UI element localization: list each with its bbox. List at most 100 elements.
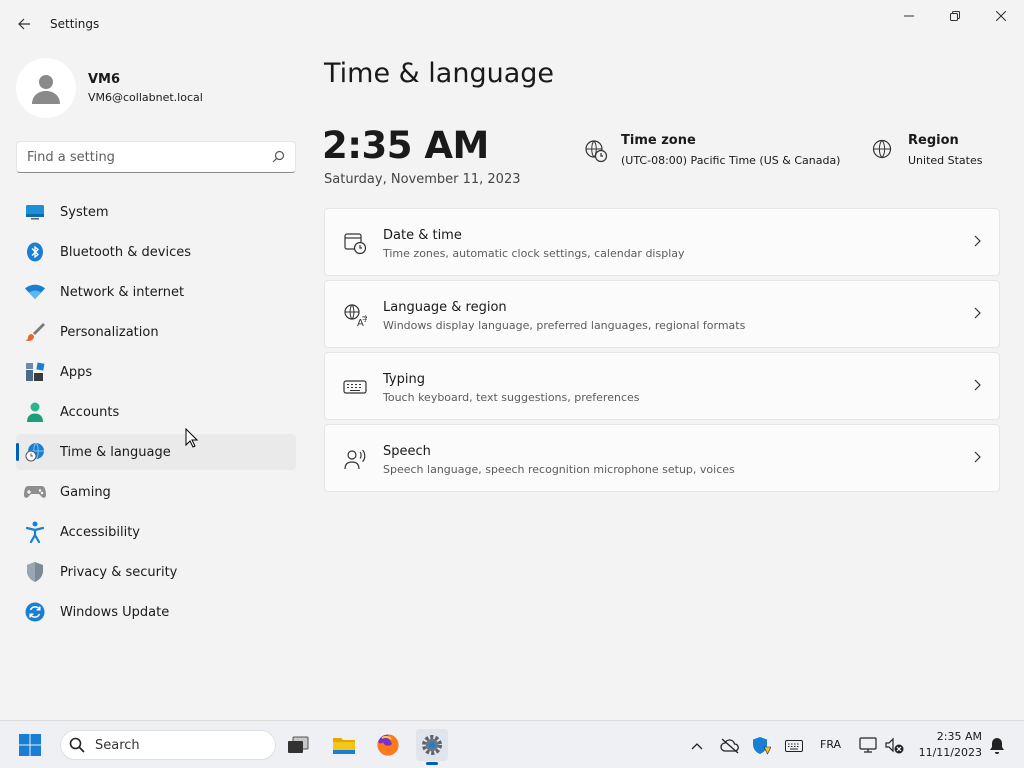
- cloud-offline-icon: [720, 738, 739, 754]
- sidebar-item-label: Gaming: [60, 484, 111, 500]
- timezone-value: (UTC-08:00) Pacific Time (US & Canada): [621, 154, 841, 167]
- sidebar-item-label: Privacy & security: [60, 564, 178, 580]
- taskbar-task-view[interactable]: [282, 729, 314, 761]
- taskbar-search-label: Search: [95, 737, 140, 753]
- maximize-button[interactable]: [932, 0, 978, 32]
- timezone-info[interactable]: Time zone (UTC-08:00) Pacific Time (US &…: [584, 133, 840, 167]
- taskbar-search[interactable]: Search: [60, 730, 276, 760]
- avatar: [16, 58, 76, 118]
- card-title: Language & region: [383, 300, 507, 315]
- sidebar-item-bluetooth[interactable]: Bluetooth & devices: [16, 234, 296, 270]
- gear-icon: [422, 735, 442, 755]
- refresh-icon: [24, 601, 46, 623]
- tray-clock[interactable]: 2:35 AM 11/11/2023: [916, 729, 982, 761]
- sidebar-item-label: Network & internet: [60, 284, 185, 300]
- sidebar-item-windows-update[interactable]: Windows Update: [16, 594, 296, 630]
- sidebar-item-accessibility[interactable]: Accessibility: [16, 514, 296, 550]
- taskbar-file-explorer[interactable]: [328, 729, 360, 761]
- find-setting-box[interactable]: [16, 141, 296, 173]
- sidebar-item-apps[interactable]: Apps: [16, 354, 296, 390]
- region-value: United States: [908, 154, 983, 167]
- card-language-region[interactable]: A字 Language & region Windows display lan…: [324, 280, 1000, 348]
- profile-email: VM6@collabnet.local: [88, 91, 203, 104]
- search-icon: [69, 737, 85, 753]
- tray-language-indicator[interactable]: FRA: [820, 738, 841, 751]
- monitor-icon: [24, 201, 46, 223]
- back-arrow-icon: [18, 18, 30, 30]
- tray-volume[interactable]: [884, 735, 906, 757]
- tray-security[interactable]: [751, 735, 773, 757]
- paintbrush-icon: [24, 321, 46, 343]
- sidebar-item-accounts[interactable]: Accounts: [16, 394, 296, 430]
- taskbar-settings[interactable]: [416, 729, 448, 765]
- calendar-clock-icon: [344, 233, 367, 255]
- timezone-title: Time zone: [621, 133, 696, 148]
- card-speech[interactable]: Speech Speech language, speech recogniti…: [324, 424, 1000, 492]
- tray-keyboard[interactable]: [783, 735, 805, 757]
- minimize-icon: [904, 15, 914, 17]
- language-icon: A字: [344, 304, 367, 327]
- task-view-icon: [288, 736, 309, 753]
- back-button[interactable]: [10, 10, 38, 38]
- card-subtitle: Time zones, automatic clock settings, ca…: [383, 247, 685, 260]
- mouse-cursor-icon: [185, 428, 199, 448]
- start-button[interactable]: [18, 733, 42, 761]
- card-typing[interactable]: Typing Touch keyboard, text suggestions,…: [324, 352, 1000, 420]
- current-date: Saturday, November 11, 2023: [324, 172, 521, 187]
- person-icon: [24, 401, 46, 423]
- tray-network[interactable]: [858, 735, 880, 757]
- keyboard-icon: [343, 380, 367, 394]
- apps-icon: [24, 361, 46, 383]
- sidebar-item-label: Windows Update: [60, 604, 170, 620]
- chevron-right-icon: [974, 379, 981, 391]
- sidebar-item-label: Personalization: [60, 324, 159, 340]
- user-avatar-icon: [32, 75, 60, 104]
- find-setting-input[interactable]: [17, 142, 257, 172]
- sidebar-item-label: Time & language: [60, 444, 171, 460]
- taskbar: Search FRA 2:35 AM 11/11/2023: [0, 720, 1024, 768]
- sidebar-item-gaming[interactable]: Gaming: [16, 474, 296, 510]
- card-title: Date & time: [383, 228, 462, 243]
- page-title: Time & language: [324, 58, 555, 89]
- close-button[interactable]: [978, 0, 1024, 32]
- sidebar-item-privacy[interactable]: Privacy & security: [16, 554, 296, 590]
- user-profile[interactable]: VM6 VM6@collabnet.local: [16, 58, 203, 118]
- card-subtitle: Speech language, speech recognition micr…: [383, 463, 735, 476]
- accessibility-icon: [24, 521, 46, 543]
- region-title: Region: [908, 133, 959, 148]
- tray-time: 2:35 AM: [936, 730, 982, 743]
- tray-overflow-button[interactable]: [686, 735, 708, 757]
- tray-onedrive[interactable]: [719, 735, 741, 757]
- globe-clock-icon: [585, 140, 608, 163]
- chevron-right-icon: [974, 235, 981, 247]
- search-icon: [272, 150, 285, 163]
- sidebar-item-label: Accounts: [60, 404, 120, 420]
- sidebar-item-personalization[interactable]: Personalization: [16, 314, 296, 350]
- globe-icon: [872, 139, 892, 159]
- restore-icon: [950, 11, 960, 21]
- network-monitor-icon: [859, 737, 877, 753]
- minimize-button[interactable]: [886, 0, 932, 32]
- sidebar-item-network[interactable]: Network & internet: [16, 274, 296, 310]
- volume-muted-icon: [885, 737, 904, 754]
- bluetooth-icon: [24, 241, 46, 263]
- taskbar-firefox[interactable]: [372, 729, 404, 761]
- current-time: 2:35 AM: [322, 124, 489, 167]
- shield-warning-icon: [753, 737, 771, 755]
- tray-notifications[interactable]: [986, 735, 1008, 757]
- sidebar-item-label: System: [60, 204, 109, 220]
- title-bar: Settings: [0, 0, 1024, 48]
- wifi-icon: [24, 281, 46, 303]
- card-date-time[interactable]: Date & time Time zones, automatic clock …: [324, 208, 1000, 276]
- chevron-right-icon: [974, 451, 981, 463]
- gamepad-icon: [24, 481, 46, 503]
- close-icon: [996, 11, 1006, 21]
- region-info[interactable]: Region United States: [871, 133, 983, 167]
- sidebar-item-system[interactable]: System: [16, 194, 296, 230]
- card-subtitle: Windows display language, preferred lang…: [383, 319, 746, 332]
- card-subtitle: Touch keyboard, text suggestions, prefer…: [383, 391, 640, 404]
- card-title: Speech: [383, 444, 431, 459]
- sidebar-item-time-language[interactable]: Time & language: [16, 434, 296, 470]
- chevron-up-icon: [691, 743, 703, 750]
- speech-icon: [344, 449, 366, 470]
